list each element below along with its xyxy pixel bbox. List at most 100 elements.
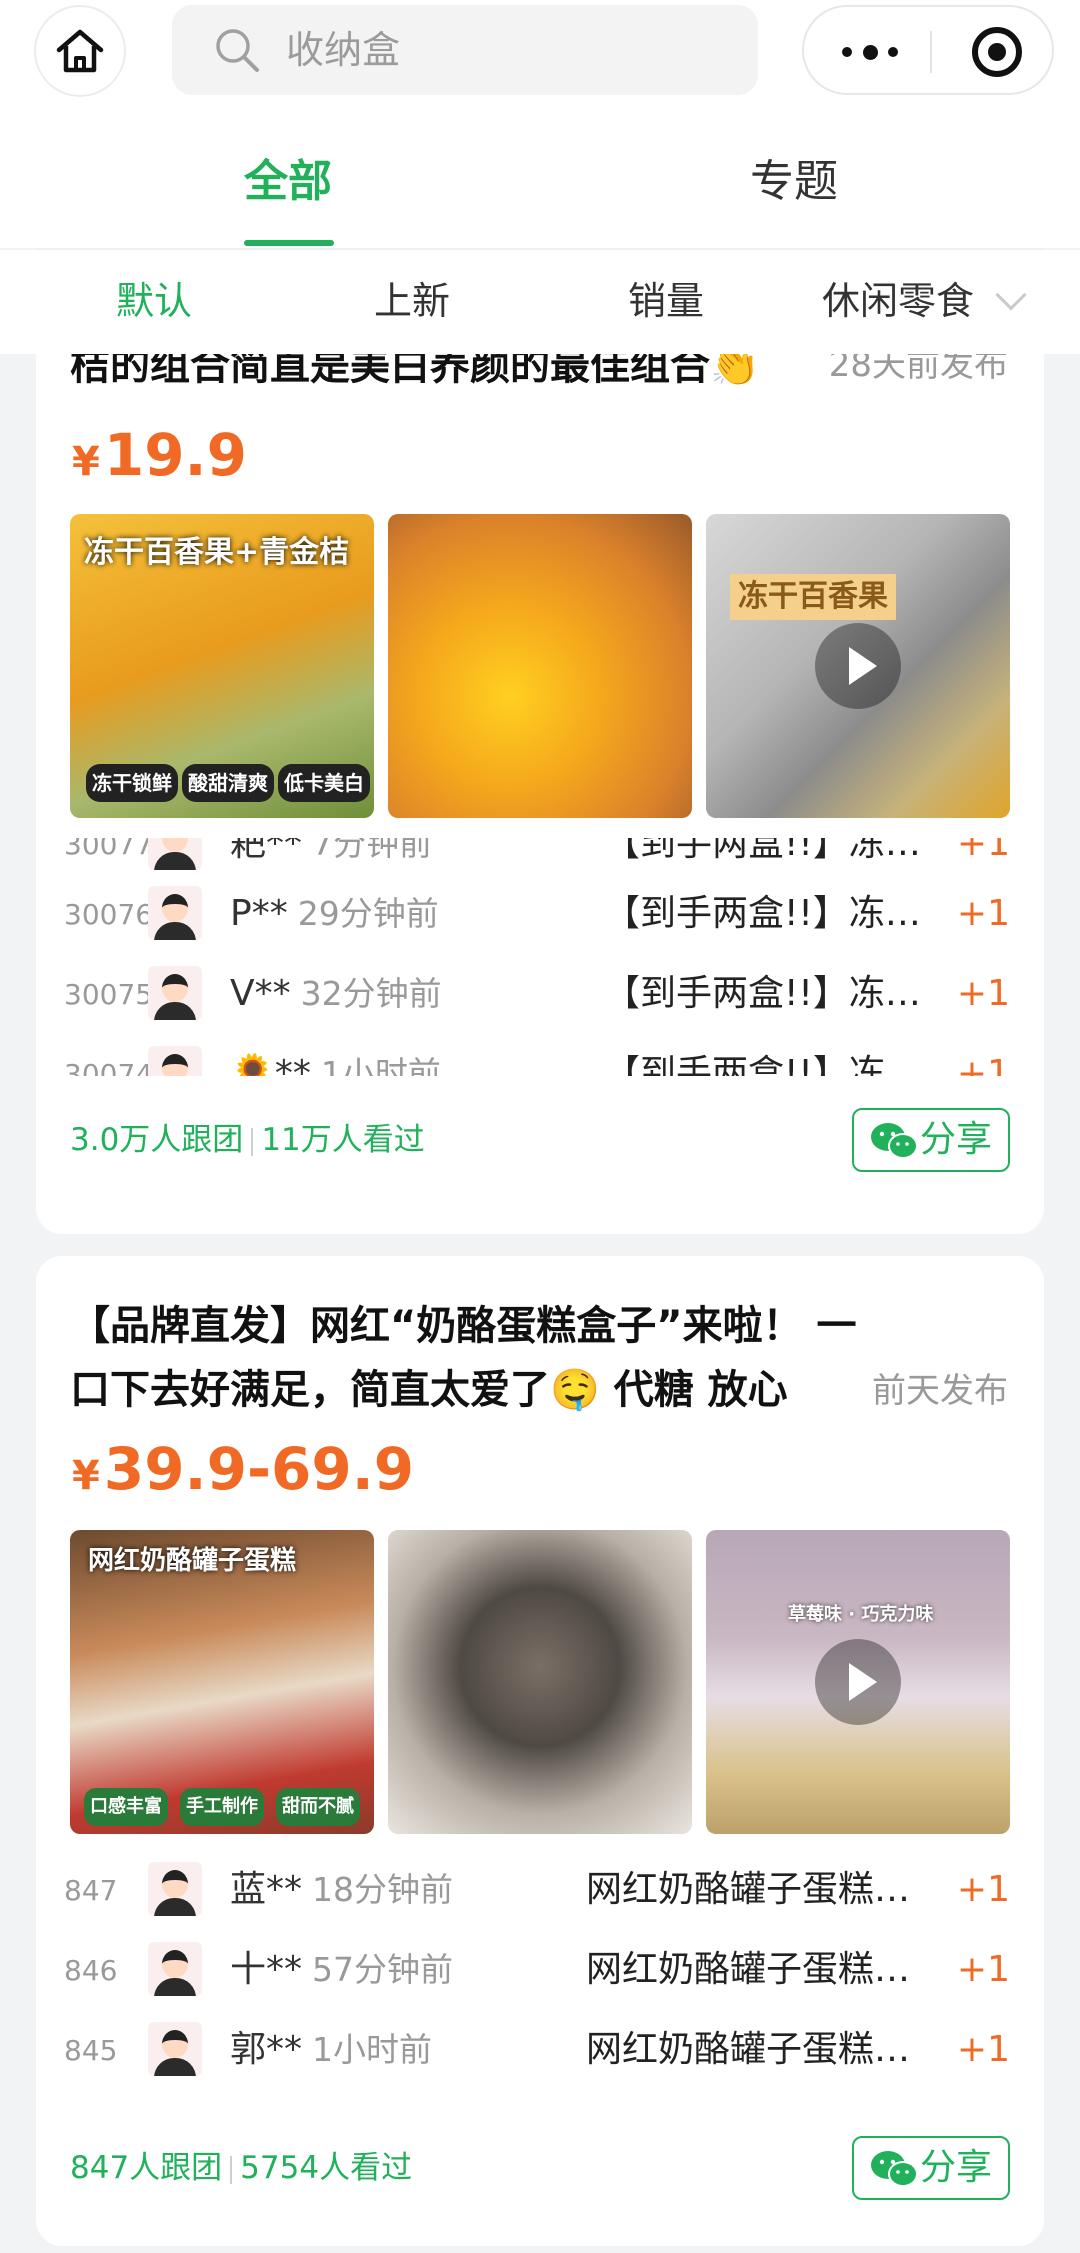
views-count: 5754人看过 [240,2150,413,2186]
card-title: 口下去好满足，简直太爱了🤤 代糖 放心 [70,1367,788,1413]
image-strip: 冻干百香果+青金桔 冻干锁鲜 酸甜清爽 低卡美白 冻干百香果 [70,514,1010,818]
product-name: 网红奶酪罐子蛋糕… [586,1869,911,1910]
price: ¥39.9-69.9 [72,1435,415,1503]
buyer-name: V** 32分钟前 [230,973,442,1014]
quantity: +1 [956,1053,1010,1076]
home-icon [56,29,104,73]
buyer-name: 郭** 1小时前 [230,2029,433,2070]
order-number: 30077 [64,838,154,861]
card-title: 【品牌直发】网红“奶酪蛋糕盒子”来啦！ 一 [70,1303,857,1349]
capsule-divider [930,31,932,73]
tab-topic[interactable]: 专题 [750,154,838,210]
avatar [148,1046,202,1076]
image-caption: 冻干百香果 [730,574,896,620]
image-tag: 酸甜清爽 [182,764,274,802]
more-icon[interactable] [842,37,898,67]
search-placeholder: 收纳盒 [286,28,401,72]
product-video[interactable]: 草莓味 · 巧克力味 [706,1530,1010,1834]
avatar [148,838,202,870]
sort-tabs: 默认 上新 销量 休闲零食 [0,250,1080,354]
image-caption: 冻干百香果+青金桔 [84,535,350,570]
avatar [148,1862,202,1916]
group-buy-card[interactable]: 桔的组合简直是美白养颜的最佳组合👏 28天前发布 ¥19.9 冻干百香果+青金桔… [36,354,1044,1234]
main-tabs: 全部 专题 [0,112,1080,250]
posted-time: 28天前发布 [814,354,1008,390]
sort-default[interactable]: 默认 [116,276,192,326]
mini-program-capsule [802,5,1054,95]
order-number: 847 [64,1874,118,1907]
home-button[interactable] [34,5,126,97]
share-label: 分享 [919,1119,992,1160]
product-name: 【到手两盒!!】冻… [604,973,921,1014]
buyer-name: P** 29分钟前 [230,893,439,934]
image-tag: 低卡美白 [278,764,370,802]
order-number: 846 [64,1954,118,1987]
card-title: 桔的组合简直是美白养颜的最佳组合👏 [70,354,760,389]
product-name: 【到手两盒!!】冻… [604,1053,921,1076]
image-tag: 口感丰富 [84,1788,168,1826]
product-image[interactable] [388,514,692,818]
order-number: 30074 [64,1058,154,1076]
share-button[interactable]: 分享 [852,2136,1010,2200]
buyer-row: 30076 P** 29分钟前 【到手两盒!!】冻… +1 [36,876,1044,956]
quantity: +1 [956,2029,1010,2070]
card-stats: 847人跟团 5754人看过 [70,2146,412,2190]
quantity: +1 [956,838,1010,864]
price-value: 19.9 [103,421,247,489]
buyer-list: 847 蓝** 18分钟前 网红奶酪罐子蛋糕… +1 846 十** 57分钟前 网… [36,1852,1044,2096]
quantity: +1 [956,973,1010,1014]
group-buy-card[interactable]: 【品牌直发】网红“奶酪蛋糕盒子”来啦！ 一 口下去好满足，简直太爱了🤤 代糖 放… [36,1256,1044,2246]
avatar [148,1942,202,1996]
quantity: +1 [956,893,1010,934]
search-input[interactable]: 收纳盒 [172,5,758,95]
product-image[interactable]: 网红奶酪罐子蛋糕 口感丰富 手工制作 甜而不腻 [70,1530,374,1834]
followers-count: 3.0万人跟团 [70,1122,244,1158]
buyer-name: 🌻** 1小时前 [230,1053,441,1076]
active-tab-indicator [244,240,334,246]
play-icon[interactable] [815,1639,901,1725]
buyer-name: 耙** 7分钟前 [230,838,433,864]
image-tag: 甜而不腻 [276,1788,360,1826]
feed[interactable]: 桔的组合简直是美白养颜的最佳组合👏 28天前发布 ¥19.9 冻干百香果+青金桔… [0,354,1080,2253]
image-caption: 网红奶酪罐子蛋糕 [88,1546,297,1576]
buyer-row: 30074 🌻** 1小时前 【到手两盒!!】冻… +1 [36,1036,1044,1076]
top-bar: 收纳盒 [0,0,1080,112]
close-target-icon[interactable] [972,27,1022,77]
image-tag: 手工制作 [180,1788,264,1826]
quantity: +1 [956,1869,1010,1910]
avatar [148,2022,202,2076]
buyer-row: 846 十** 57分钟前 网红奶酪罐子蛋糕… +1 [36,1932,1044,2012]
share-label: 分享 [919,2147,992,2188]
buyer-row: 845 郭** 1小时前 网红奶酪罐子蛋糕… +1 [36,2012,1044,2092]
play-icon[interactable] [815,623,901,709]
buyer-row: 30075 V** 32分钟前 【到手两盒!!】冻… +1 [36,956,1044,1036]
share-button[interactable]: 分享 [852,1108,1010,1172]
tab-all[interactable]: 全部 [244,154,332,210]
product-name: 【到手两盒!!】冻… [604,893,921,934]
order-number: 30075 [64,978,154,1011]
chevron-down-icon[interactable] [995,279,1027,311]
product-name: 网红奶酪罐子蛋糕… [586,1949,911,1990]
product-image[interactable]: 冻干百香果+青金桔 冻干锁鲜 酸甜清爽 低卡美白 [70,514,374,818]
product-video[interactable]: 冻干百香果 [706,514,1010,818]
wechat-icon [871,1123,918,1159]
category-snacks[interactable]: 休闲零食 [822,276,974,326]
buyer-name: 十** 57分钟前 [230,1949,454,1990]
product-name: 【到手两盒!!】冻… [604,838,921,864]
posted-time: 前天发布 [858,1366,1008,1416]
image-tag: 冻干锁鲜 [86,764,178,802]
product-name: 网红奶酪罐子蛋糕… [586,2029,911,2070]
card-stats: 3.0万人跟团 11万人看过 [70,1118,425,1162]
sort-sales[interactable]: 销量 [628,276,704,326]
product-image[interactable] [388,1530,692,1834]
image-strip: 网红奶酪罐子蛋糕 口感丰富 手工制作 甜而不腻 草莓味 · 巧克力味 [70,1530,1010,1834]
sort-new[interactable]: 上新 [374,276,450,326]
price-value: 39.9-69.9 [103,1435,415,1503]
order-number: 30076 [64,898,154,931]
buyer-row: 847 蓝** 18分钟前 网红奶酪罐子蛋糕… +1 [36,1852,1044,1932]
price: ¥19.9 [72,421,247,489]
buyer-name: 蓝** 18分钟前 [230,1869,454,1910]
followers-count: 847人跟团 [70,2150,223,2186]
search-icon [216,29,259,72]
order-number: 845 [64,2034,118,2067]
